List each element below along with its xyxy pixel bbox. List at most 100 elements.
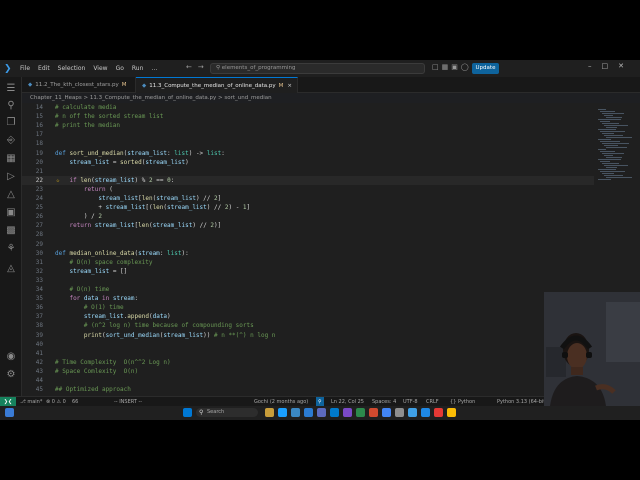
app-icon[interactable] — [265, 408, 274, 417]
code-text: # n off the sorted stream list — [55, 113, 164, 121]
python-icon[interactable]: ⚘ — [5, 243, 17, 255]
code-line[interactable]: 43 # Space Comlexity O(n) — [22, 367, 594, 376]
close-icon[interactable]: × — [287, 83, 292, 89]
line-number: 37 — [35, 313, 43, 321]
run-debug-icon[interactable]: ▷ — [5, 171, 17, 183]
code-line[interactable]: 41 — [22, 349, 594, 358]
code-line[interactable]: 32 stream_list = [] — [22, 267, 594, 276]
line-number: 18 — [35, 140, 43, 148]
file-explorer-icon[interactable] — [291, 408, 300, 417]
code-line[interactable]: 44 — [22, 376, 594, 385]
code-line[interactable]: 31 # O(n) space complexity — [22, 258, 594, 267]
code-line[interactable]: 33 — [22, 276, 594, 285]
code-line[interactable]: 24 stream_list[len(stream_list) // 2] — [22, 194, 594, 203]
update-button[interactable]: Update — [472, 63, 499, 74]
minimap-line — [598, 139, 611, 140]
remote-explorer-icon[interactable]: ▣ — [5, 207, 17, 219]
account-icon[interactable]: ◉ — [5, 351, 17, 363]
breadcrumb-file[interactable]: 11.3_Compute_the_median_of_online_data.p… — [90, 95, 216, 101]
minimap-line — [606, 147, 627, 148]
code-line[interactable]: 22 if len(stream_list) % 2 == 0: ☆ — [22, 175, 594, 185]
tab-compute-median[interactable]: ◆ 11.3_Compute_the_median_of_online_data.… — [136, 77, 298, 93]
code-line[interactable]: 23 return ( — [22, 185, 594, 194]
code-line[interactable]: 36 # O(1) time — [22, 303, 594, 312]
menu-icon[interactable]: ☰ — [5, 83, 17, 95]
app-icon[interactable] — [356, 408, 365, 417]
app-icon[interactable] — [369, 408, 378, 417]
line-number: 24 — [35, 195, 43, 202]
testing-icon[interactable]: ◬ — [5, 263, 17, 275]
vscode-taskbar-icon[interactable] — [330, 408, 339, 417]
source-control-icon[interactable]: ⎆ — [5, 135, 17, 147]
layout-icons[interactable]: □▦▣◯ — [432, 63, 472, 71]
code-line[interactable]: 25 + stream_list[(len(stream_list) // 2)… — [22, 203, 594, 212]
store-icon[interactable] — [304, 408, 313, 417]
breadcrumb[interactable]: Chapter_11_Heaps > 11.3_Compute_the_medi… — [30, 95, 272, 103]
widgets-icon[interactable] — [5, 408, 14, 417]
menu-item[interactable]: … — [151, 65, 157, 72]
code-line[interactable]: 38 # (n^2 log n) time because of compoun… — [22, 321, 594, 330]
code-line[interactable]: 27 return stream_list[len(stream_list) /… — [22, 221, 594, 230]
lightbulb-icon[interactable]: ☆ — [56, 176, 60, 185]
chrome-icon[interactable] — [382, 408, 391, 417]
taskbar-search[interactable]: ⚲ Search — [196, 408, 258, 417]
line-number: 39 — [35, 331, 43, 339]
menu-item[interactable]: File — [20, 65, 30, 72]
line-number: 15 — [35, 113, 43, 121]
code-line[interactable]: 30 def median_online_data(stream: list): — [22, 249, 594, 258]
code-line[interactable]: 26 ) / 2 — [22, 212, 594, 221]
minimap-line — [604, 135, 623, 136]
app-icon[interactable] — [434, 408, 443, 417]
app-icon[interactable] — [343, 408, 352, 417]
code-line[interactable]: 28 — [22, 230, 594, 239]
code-line[interactable]: 15 # n off the sorted stream list — [22, 112, 594, 121]
code-line[interactable]: 16 # print the median — [22, 121, 594, 130]
app-icon[interactable] — [447, 408, 456, 417]
code-line[interactable]: 39 print(sort_und_median(stream_list)) #… — [22, 331, 594, 340]
code-line[interactable]: 34 # O(n) time — [22, 285, 594, 294]
code-line[interactable]: 20 stream_list = sorted(stream_list) — [22, 158, 594, 167]
code-line[interactable]: 42 # Time Complexity O(n^^2 Log n) — [22, 358, 594, 367]
app-icon[interactable] — [421, 408, 430, 417]
breadcrumb-folder[interactable]: Chapter_11_Heaps — [30, 95, 82, 101]
extensions-icon[interactable]: ▦ — [5, 153, 17, 165]
settings-gear-icon[interactable]: ⚙ — [5, 369, 17, 381]
breadcrumb-symbol[interactable]: sort_und_median — [224, 95, 271, 101]
line-number: 26 — [35, 213, 43, 221]
window-controls[interactable]: –□✕ — [588, 62, 634, 70]
code-line[interactable]: 45 ## Optimized approach — [22, 385, 594, 394]
menu-item[interactable]: Go — [116, 65, 124, 72]
minimap-line — [602, 143, 629, 144]
flask-icon[interactable]: △ — [5, 189, 17, 201]
code-line[interactable]: 21 — [22, 167, 594, 176]
code-line[interactable]: 35 for data in stream: — [22, 294, 594, 303]
code-line[interactable]: 19 def sort_und_median(stream_list: list)… — [22, 149, 594, 158]
menu-item[interactable]: Selection — [58, 65, 86, 72]
menu-item[interactable]: Edit — [38, 65, 50, 72]
search-icon: ⚲ — [199, 409, 204, 416]
code-line[interactable]: 29 — [22, 240, 594, 249]
code-line[interactable]: 18 — [22, 139, 594, 148]
menu-item[interactable]: Run — [132, 65, 144, 72]
code-line[interactable]: 40 — [22, 340, 594, 349]
edge-icon[interactable] — [278, 408, 287, 417]
code-line[interactable]: 14 # calculate media — [22, 103, 594, 112]
search-icon[interactable]: ⚲ — [5, 100, 17, 112]
app-icon[interactable] — [408, 408, 417, 417]
code-editor[interactable]: 14 # calculate media 15 # n off the sorted … — [22, 103, 594, 396]
code-text: stream_list = sorted(stream_list) — [69, 158, 189, 166]
code-line[interactable]: 17 — [22, 130, 594, 139]
teams-icon[interactable] — [317, 408, 326, 417]
line-number: 29 — [35, 240, 43, 248]
nav-arrows[interactable]: ←→ — [186, 63, 210, 71]
code-line[interactable]: 37 stream_list.append(data) — [22, 312, 594, 321]
docker-icon[interactable]: ▩ — [5, 225, 17, 237]
tab-kth-closest-stars[interactable]: ◆ 11.2_The_kth_closest_stars.py M — [22, 77, 136, 93]
app-icon[interactable] — [395, 408, 404, 417]
minimap-line — [600, 151, 615, 152]
line-number: 20 — [35, 158, 43, 166]
menu-item[interactable]: View — [93, 65, 107, 72]
windows-start-icon[interactable] — [183, 408, 192, 417]
command-center[interactable]: ⚲ elements_of_programming — [210, 63, 425, 74]
explorer-icon[interactable]: ❐ — [5, 117, 17, 129]
